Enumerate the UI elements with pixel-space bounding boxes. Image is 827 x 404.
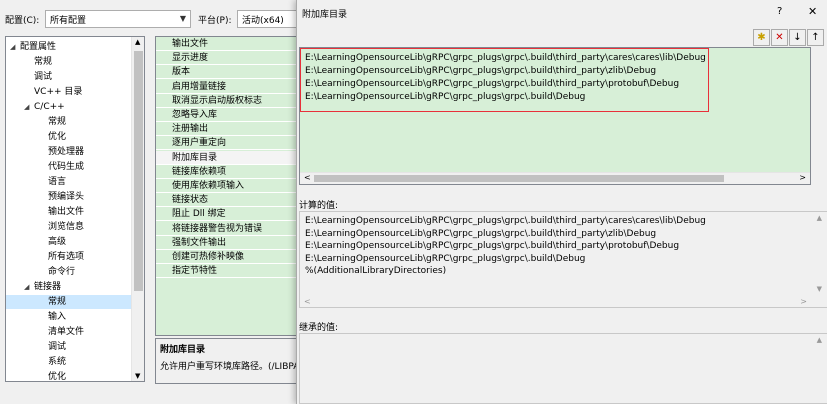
tree-item[interactable]: VC++ 目录 <box>34 85 82 99</box>
tree-item[interactable]: 所有选项 <box>48 250 84 264</box>
tree-item[interactable]: C/C++ <box>34 100 65 114</box>
scroll-up-icon[interactable]: ▲ <box>817 214 822 222</box>
directory-entry[interactable]: E:\LearningOpensourceLib\gRPC\grpc_plugs… <box>305 91 585 104</box>
description-panel: 附加库目录 允许用户重写环境库路径。(/LIBPA <box>155 338 300 384</box>
evaluated-entry: E:\LearningOpensourceLib\gRPC\grpc_plugs… <box>305 253 586 264</box>
additional-lib-dirs-dialog: 附加库目录 ? ✕ ✱ ✕ ↓ ↑ < > E:\LearningOpensou… <box>296 0 827 404</box>
tree-item[interactable]: 链接器 <box>34 280 61 294</box>
property-row[interactable]: 版本 <box>156 65 299 80</box>
arrow-down-icon: ↓ <box>793 32 802 43</box>
tree-item[interactable]: 调试 <box>34 70 52 84</box>
property-row[interactable]: 阻止 Dll 绑定 <box>156 207 299 222</box>
delete-button[interactable]: ✕ <box>771 29 788 46</box>
tree-item[interactable]: 优化 <box>48 130 66 144</box>
property-row[interactable]: 强制文件输出 <box>156 236 299 250</box>
tree-item[interactable]: 语言 <box>48 175 66 189</box>
description-title: 附加库目录 <box>160 345 206 355</box>
tree-item[interactable]: 常规 <box>6 295 131 309</box>
edit-hscrollbar[interactable]: < > <box>300 172 810 184</box>
inherited-values: ▲ <box>299 333 827 404</box>
tree-item[interactable]: 输出文件 <box>48 205 84 219</box>
expand-icon[interactable]: ◢ <box>24 103 29 111</box>
tree-scrollbar[interactable]: ▲ ▼ <box>131 37 144 381</box>
close-button[interactable]: ✕ <box>808 5 817 18</box>
property-row[interactable]: 附加库目录 <box>156 150 299 165</box>
evaluated-entry: E:\LearningOpensourceLib\gRPC\grpc_plugs… <box>305 228 657 239</box>
tree-item[interactable]: 优化 <box>48 370 66 381</box>
tree-item[interactable]: 常规 <box>34 55 52 69</box>
scroll-right-icon[interactable]: > <box>799 173 806 182</box>
property-row[interactable]: 注册输出 <box>156 122 299 137</box>
platform-value: 活动(x64) <box>242 16 284 26</box>
scroll-right-icon[interactable]: > <box>800 297 807 306</box>
tree-item[interactable]: 预编译头 <box>48 190 84 204</box>
tree-scroll-thumb[interactable] <box>134 51 143 291</box>
property-row[interactable]: 将链接器警告视为错误 <box>156 222 299 236</box>
directory-entry[interactable]: E:\LearningOpensourceLib\gRPC\grpc_plugs… <box>305 65 656 78</box>
delete-icon: ✕ <box>775 32 784 43</box>
property-row[interactable]: 使用库依赖项输入 <box>156 179 299 193</box>
property-grid[interactable]: 输出文件 显示进度 版本 启用增量链接 取消显示启动版权标志 忽略导入库 注册输出 逐用户重定… <box>155 36 300 336</box>
tree-item[interactable]: 调试 <box>48 340 66 354</box>
property-row[interactable]: 链接状态 <box>156 193 299 208</box>
property-row[interactable]: 链接库依赖项 <box>156 165 299 179</box>
chevron-down-icon: ▼ <box>179 14 186 23</box>
arrow-up-icon: ↑ <box>811 32 820 43</box>
evaluated-values: ▲ ▼ < > E:\LearningOpensourceLib\gRPC\gr… <box>299 211 827 308</box>
tree-item[interactable]: 预处理器 <box>48 145 84 159</box>
scroll-up-icon[interactable]: ▲ <box>817 336 822 344</box>
scroll-left-icon[interactable]: < <box>304 173 311 182</box>
expand-icon[interactable]: ◢ <box>10 43 15 51</box>
property-row[interactable]: 输出文件 <box>156 37 299 51</box>
property-row[interactable]: 忽略导入库 <box>156 108 299 122</box>
move-up-button[interactable]: ↑ <box>807 29 824 46</box>
new-folder-icon: ✱ <box>757 32 766 43</box>
tree-item[interactable]: 清单文件 <box>48 325 84 339</box>
directory-entry[interactable]: E:\LearningOpensourceLib\gRPC\grpc_plugs… <box>305 78 679 91</box>
platform-select[interactable]: 活动(x64) <box>237 10 299 28</box>
evaluated-entry: E:\LearningOpensourceLib\gRPC\grpc_plugs… <box>305 241 680 251</box>
config-select[interactable]: 所有配置 ▼ <box>45 10 191 28</box>
tree-item[interactable]: 配置属性 <box>20 40 56 54</box>
dialog-title: 附加库目录 <box>302 10 348 20</box>
property-row[interactable]: 显示进度 <box>156 51 299 66</box>
evaluated-label: 计算的值: <box>299 201 339 211</box>
description-text: 允许用户重写环境库路径。(/LIBPA <box>160 362 300 372</box>
tree-item[interactable]: 输入 <box>48 310 66 324</box>
property-row[interactable]: 取消显示启动版权标志 <box>156 94 299 108</box>
expand-icon[interactable]: ◢ <box>24 283 29 291</box>
edit-scroll-thumb[interactable] <box>314 175 724 182</box>
tree-item[interactable]: 代码生成 <box>48 160 84 174</box>
directory-entry[interactable]: E:\LearningOpensourceLib\gRPC\grpc_plugs… <box>305 52 706 65</box>
evaluated-entry: E:\LearningOpensourceLib\gRPC\grpc_plugs… <box>305 216 706 226</box>
config-label: 配置(C): <box>5 16 40 26</box>
property-row[interactable]: 逐用户重定向 <box>156 136 299 151</box>
tree-item[interactable]: 浏览信息 <box>48 220 84 234</box>
evaluated-entry: %(AdditionalLibraryDirectories) <box>305 266 447 276</box>
help-button[interactable]: ? <box>777 6 782 17</box>
scroll-down-icon[interactable]: ▼ <box>817 285 822 293</box>
tree-item[interactable]: 常规 <box>48 115 66 129</box>
property-tree[interactable]: ▲ ▼ ◢ 配置属性 常规 调试 VC++ 目录 ◢ C/C++ 常规 优化 预处理器 代码生成 语言… <box>5 36 145 382</box>
property-row[interactable]: 启用增量链接 <box>156 80 299 94</box>
move-down-button[interactable]: ↓ <box>789 29 806 46</box>
tree-item[interactable]: 命令行 <box>48 265 75 279</box>
scroll-left-icon[interactable]: < <box>304 297 311 306</box>
new-line-button[interactable]: ✱ <box>753 29 770 46</box>
config-value: 所有配置 <box>50 16 87 26</box>
platform-label: 平台(P): <box>198 16 232 26</box>
property-row[interactable]: 指定节特性 <box>156 264 299 279</box>
property-row[interactable]: 创建可热修补映像 <box>156 250 299 264</box>
tree-item[interactable]: 系统 <box>48 355 66 369</box>
inherited-label: 继承的值: <box>299 323 339 333</box>
directories-edit[interactable]: < > E:\LearningOpensourceLib\gRPC\grpc_p… <box>299 47 811 185</box>
tree-item[interactable]: 高级 <box>48 235 66 249</box>
scroll-down-icon[interactable]: ▼ <box>135 372 140 380</box>
scroll-up-icon[interactable]: ▲ <box>135 38 140 46</box>
